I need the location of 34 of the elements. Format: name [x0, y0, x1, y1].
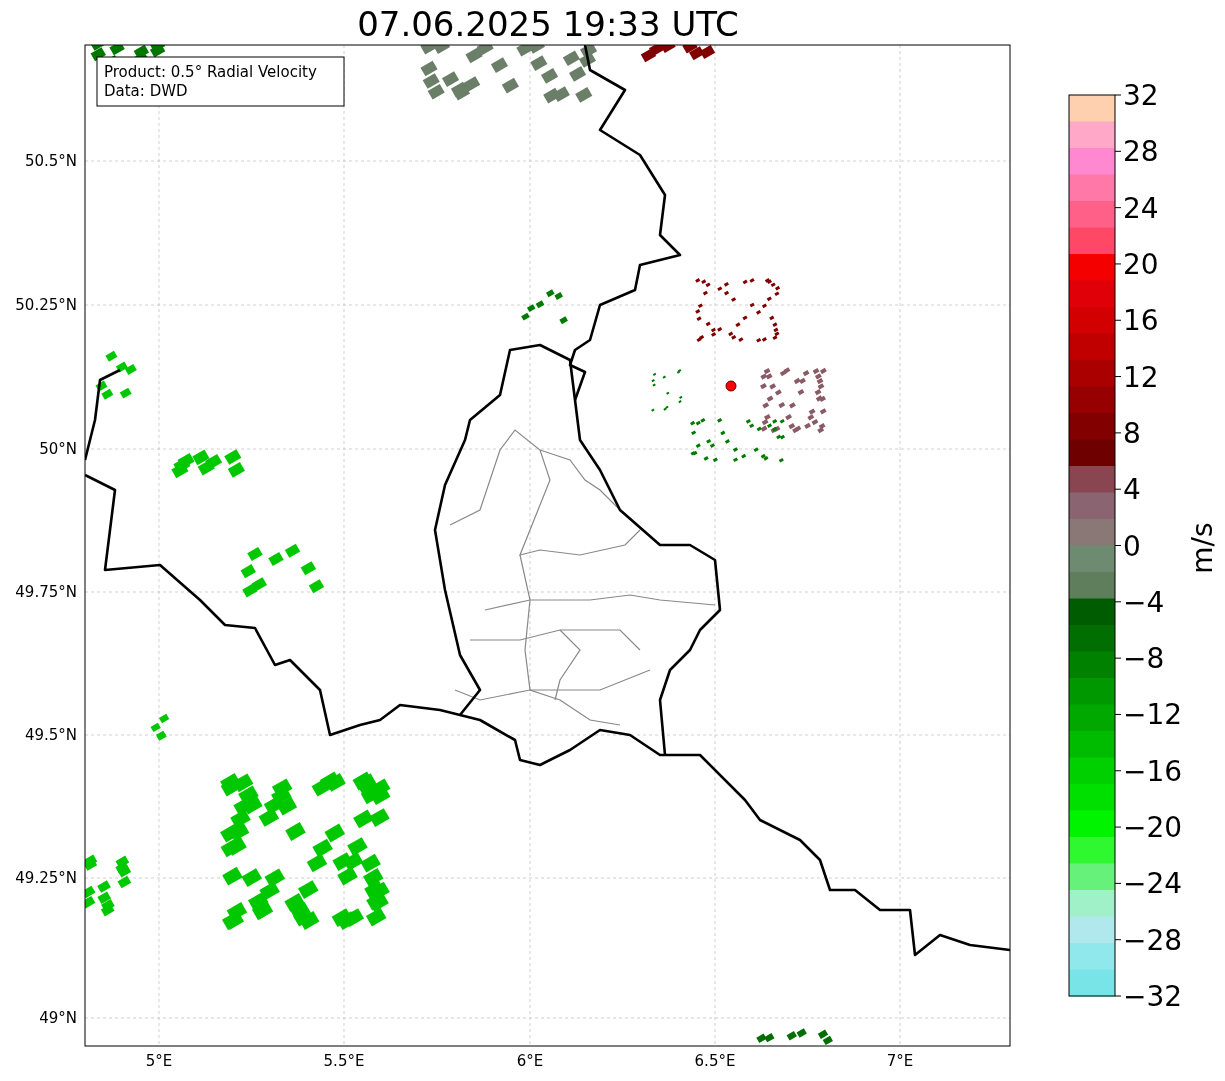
latitude-label: 50°N — [39, 440, 77, 458]
longitude-label: 6.5°E — [694, 1052, 736, 1070]
latitude-label: 49°N — [39, 1009, 77, 1027]
longitude-label: 5.5°E — [323, 1052, 365, 1070]
colorbar-tick-label: −32 — [1123, 980, 1183, 1013]
colorbar-tick-label: −8 — [1123, 642, 1165, 676]
colorbar-tick-label: 0 — [1123, 529, 1141, 563]
latitude-label: 50.25°N — [15, 296, 77, 314]
colorbar-tick-label: 8 — [1123, 416, 1141, 450]
latitude-label: 50.5°N — [24, 152, 77, 170]
latitude-label: 49.25°N — [15, 869, 77, 887]
colorbar-tick-label: 16 — [1123, 304, 1159, 338]
longitude-label: 7°E — [886, 1052, 914, 1070]
colorbar-tick-label: 28 — [1123, 135, 1159, 169]
colorbar-tick-label: −12 — [1123, 698, 1183, 732]
longitude-label: 6°E — [516, 1052, 544, 1070]
latitude-label: 49.75°N — [15, 583, 77, 601]
colorbar-tick-label: −4 — [1123, 585, 1165, 619]
colorbar-tick-label: −20 — [1123, 811, 1183, 845]
colorbar-tick-label: −28 — [1123, 923, 1183, 957]
colorbar-tick-label: −24 — [1123, 867, 1183, 901]
colorbar-tick-label: 24 — [1123, 191, 1159, 225]
chart-title: 07.06.2025 19:33 UTC — [357, 4, 739, 44]
colorbar-label: m/s — [1186, 522, 1219, 574]
legend-text: Product: 0.5° Radial Velocity — [104, 63, 317, 81]
colorbar-tick-label: 20 — [1123, 247, 1159, 281]
legend-text: Data: DWD — [104, 82, 188, 100]
colorbar-tick-label: 12 — [1123, 360, 1159, 394]
colorbar-tick-label: −16 — [1123, 754, 1183, 788]
radar-site-marker — [725, 380, 737, 392]
longitude-label: 5°E — [145, 1052, 173, 1070]
latitude-label: 49.5°N — [24, 726, 77, 744]
colorbar-tick-label: 4 — [1123, 473, 1141, 507]
colorbar-tick-label: 32 — [1123, 79, 1159, 112]
